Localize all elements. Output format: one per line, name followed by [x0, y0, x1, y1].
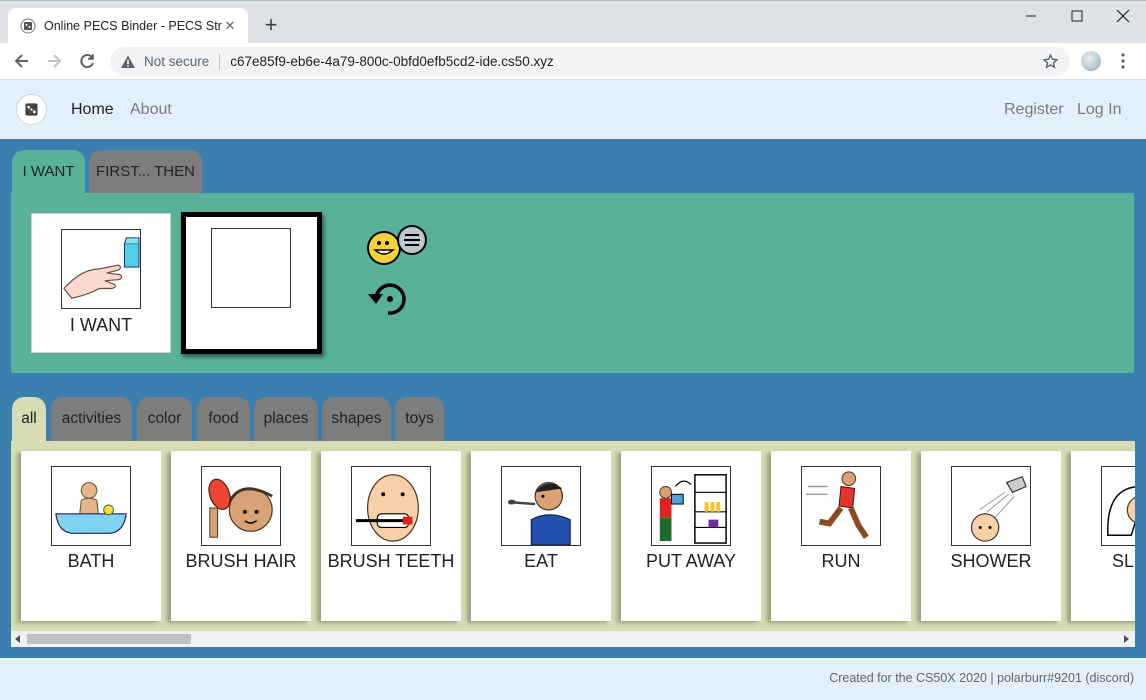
speak-icon[interactable]	[366, 224, 430, 268]
window-close-icon[interactable]	[1100, 1, 1146, 31]
forward-arrow-icon[interactable]	[44, 51, 64, 71]
warning-triangle-icon[interactable]	[120, 54, 136, 70]
browser-toolbar: Not secure c67e85f9-eb6e-4a79-800c-0bfd0…	[0, 43, 1146, 80]
address-bar[interactable]: Not secure c67e85f9-eb6e-4a79-800c-0bfd0…	[110, 47, 1070, 76]
security-status: Not secure	[144, 54, 210, 69]
sentence-strip-panel	[11, 193, 1134, 373]
minimize-icon[interactable]	[1008, 1, 1054, 31]
tab-food[interactable]: food	[197, 397, 250, 441]
tab-close-icon[interactable]: ✕	[222, 18, 238, 34]
browser-menu-icon[interactable]	[1117, 52, 1129, 70]
pecs-favicon-icon	[20, 18, 36, 34]
card-eat[interactable]: EAT	[471, 451, 611, 621]
tab-toys[interactable]: toys	[395, 397, 444, 441]
card-label: SLEEP	[1111, 551, 1135, 571]
nav-about-link[interactable]: About	[130, 101, 172, 119]
picture-cards-panel: BATH BRUSH HAIR BRUSH TEETH EAT PUT AWAY…	[11, 441, 1135, 631]
scroll-right-arrow-icon[interactable]	[1124, 635, 1129, 643]
card-label: SHOWER	[950, 551, 1032, 571]
brush-teeth-icon	[351, 466, 431, 546]
profile-avatar[interactable]	[1081, 51, 1101, 71]
card-brush-teeth[interactable]: BRUSH TEETH	[321, 451, 461, 621]
maximize-icon[interactable]	[1054, 1, 1100, 31]
tab-color[interactable]: color	[137, 397, 192, 441]
nav-register-link[interactable]: Register	[1004, 101, 1064, 119]
bath-icon	[51, 466, 131, 546]
brush-hair-icon	[201, 466, 281, 546]
card-run[interactable]: RUN	[771, 451, 911, 621]
site-footer: Created for the CS50X 2020 | polarburr#9…	[0, 658, 1146, 700]
omnibox-divider	[219, 53, 221, 70]
card-label: BATH	[67, 551, 115, 571]
shower-icon	[951, 466, 1031, 546]
site-logo-icon[interactable]	[16, 94, 47, 125]
card-label: BRUSH HAIR	[185, 551, 297, 571]
strip-card-label: I WANT	[69, 315, 133, 335]
card-label: EAT	[524, 551, 558, 571]
strip-card-empty-slot[interactable]	[181, 212, 322, 354]
empty-slot-frame	[211, 228, 291, 308]
tab-first-then[interactable]: FIRST... THEN	[89, 150, 202, 193]
run-icon	[801, 466, 881, 546]
strip-card-i-want[interactable]: I WANT	[31, 213, 171, 353]
site-navbar: Home About Register Log In	[0, 80, 1146, 139]
card-put-away[interactable]: PUT AWAY	[621, 451, 761, 621]
tab-shapes[interactable]: shapes	[322, 397, 391, 441]
card-label: PUT AWAY	[645, 551, 737, 571]
card-brush-hair[interactable]: BRUSH HAIR	[171, 451, 311, 621]
tab-all[interactable]: all	[12, 397, 46, 441]
card-label: BRUSH TEETH	[327, 551, 455, 571]
footer-credit: Created for the CS50X 2020 | polarburr#9…	[829, 671, 1134, 685]
card-shower[interactable]: SHOWER	[921, 451, 1061, 621]
tab-activities[interactable]: activities	[51, 397, 132, 441]
new-tab-button[interactable]: +	[258, 12, 284, 38]
card-label: RUN	[821, 551, 861, 571]
sleep-icon	[1101, 466, 1135, 546]
scroll-left-arrow-icon[interactable]	[15, 635, 20, 643]
eat-icon	[501, 466, 581, 546]
reset-icon[interactable]	[366, 280, 410, 318]
nav-home-link[interactable]: Home	[71, 101, 114, 119]
horizontal-scrollbar[interactable]	[11, 631, 1135, 647]
url-text[interactable]: c67e85f9-eb6e-4a79-800c-0bfd0efb5cd2-ide…	[230, 54, 553, 69]
browser-tabstrip: Online PECS Binder - PECS Strip ✕ +	[0, 0, 1146, 44]
card-sleep[interactable]: SLEEP	[1071, 451, 1135, 621]
tab-i-want[interactable]: I WANT	[12, 150, 85, 193]
put-away-icon	[651, 466, 731, 546]
tab-places[interactable]: places	[254, 397, 318, 441]
card-bath[interactable]: BATH	[21, 451, 161, 621]
tab-title: Online PECS Binder - PECS Strip	[44, 19, 222, 33]
back-arrow-icon[interactable]	[12, 51, 32, 71]
nav-login-link[interactable]: Log In	[1077, 101, 1121, 119]
bookmark-star-icon[interactable]	[1042, 53, 1059, 70]
hand-reaching-cup-icon	[61, 229, 141, 309]
browser-tab[interactable]: Online PECS Binder - PECS Strip ✕	[8, 8, 248, 44]
scrollbar-thumb[interactable]	[27, 634, 191, 644]
reload-icon[interactable]	[77, 51, 97, 71]
